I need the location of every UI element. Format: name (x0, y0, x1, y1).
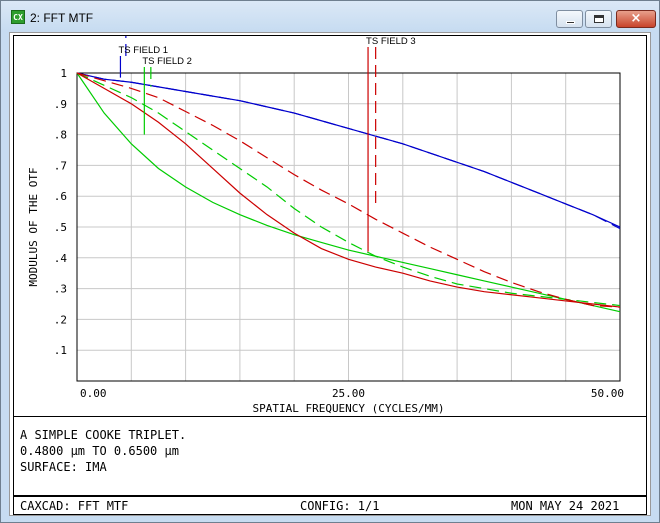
y-tick-label: .9 (54, 98, 67, 111)
info-panel: A SIMPLE COOKE TRIPLET. 0.4800 µm TO 0.6… (13, 417, 647, 497)
y-tick-label: .8 (54, 129, 67, 142)
x-tick-label: 0.00 (80, 387, 107, 400)
y-tick-label: .3 (54, 283, 67, 296)
close-button[interactable]: × (616, 10, 656, 28)
y-tick-label: 1 (60, 67, 67, 80)
footer-config: CONFIG: 1/1 (300, 499, 380, 513)
x-axis-label: SPATIAL FREQUENCY (CYCLES/MM) (252, 402, 444, 415)
y-tick-label: .1 (54, 344, 67, 357)
close-icon: × (630, 11, 642, 26)
footer-program: CAXCAD: FFT MTF (20, 499, 129, 513)
field-marker-label: TS FIELD 1 (118, 45, 168, 56)
info-title: A SIMPLE COOKE TRIPLET. (20, 428, 187, 442)
mtf-window: CX 2: FFT MTF × .1 .2 .3 .4 .5 .6 .7 .8 .9 1 0.00 2… (0, 0, 660, 523)
graph-client-area: .1 .2 .3 .4 .5 .6 .7 .8 .9 1 0.00 25.00 50.00 SPATIAL… (9, 32, 651, 516)
window-title: 2: FFT MTF (30, 11, 94, 25)
minimize-icon (566, 21, 575, 24)
field-marker-label: TS FIELD 3 (366, 36, 416, 47)
y-tick-label: .2 (54, 313, 67, 326)
status-footer: CAXCAD: FFT MTF CONFIG: 1/1 MON MAY 24 2… (13, 495, 647, 515)
x-tick-label: 50.00 (591, 387, 624, 400)
y-tick-label: .5 (54, 221, 67, 234)
y-tick-label: .6 (54, 190, 67, 203)
y-tick-label: .4 (54, 252, 68, 265)
maximize-icon (594, 15, 604, 23)
field-marker-label: TS FIELD 2 (142, 56, 192, 67)
title-bar[interactable]: CX 2: FFT MTF × (1, 1, 659, 31)
footer-date: MON MAY 24 2021 (511, 499, 620, 513)
plot-frame: .1 .2 .3 .4 .5 .6 .7 .8 .9 1 0.00 25.00 50.00 SPATIAL… (13, 35, 647, 417)
y-axis-label: MODULUS OF THE OTF (27, 167, 40, 286)
mtf-chart: .1 .2 .3 .4 .5 .6 .7 .8 .9 1 0.00 25.00 50.00 SPATIAL… (27, 36, 624, 415)
y-tick-label: .7 (54, 159, 67, 172)
info-wavelength: 0.4800 µm TO 0.6500 µm (20, 444, 179, 458)
app-icon[interactable]: CX (11, 10, 25, 24)
x-tick-label: 25.00 (332, 387, 365, 400)
minimize-button[interactable] (556, 10, 583, 28)
info-surface: SURFACE: IMA (20, 460, 107, 474)
maximize-button[interactable] (585, 10, 612, 28)
